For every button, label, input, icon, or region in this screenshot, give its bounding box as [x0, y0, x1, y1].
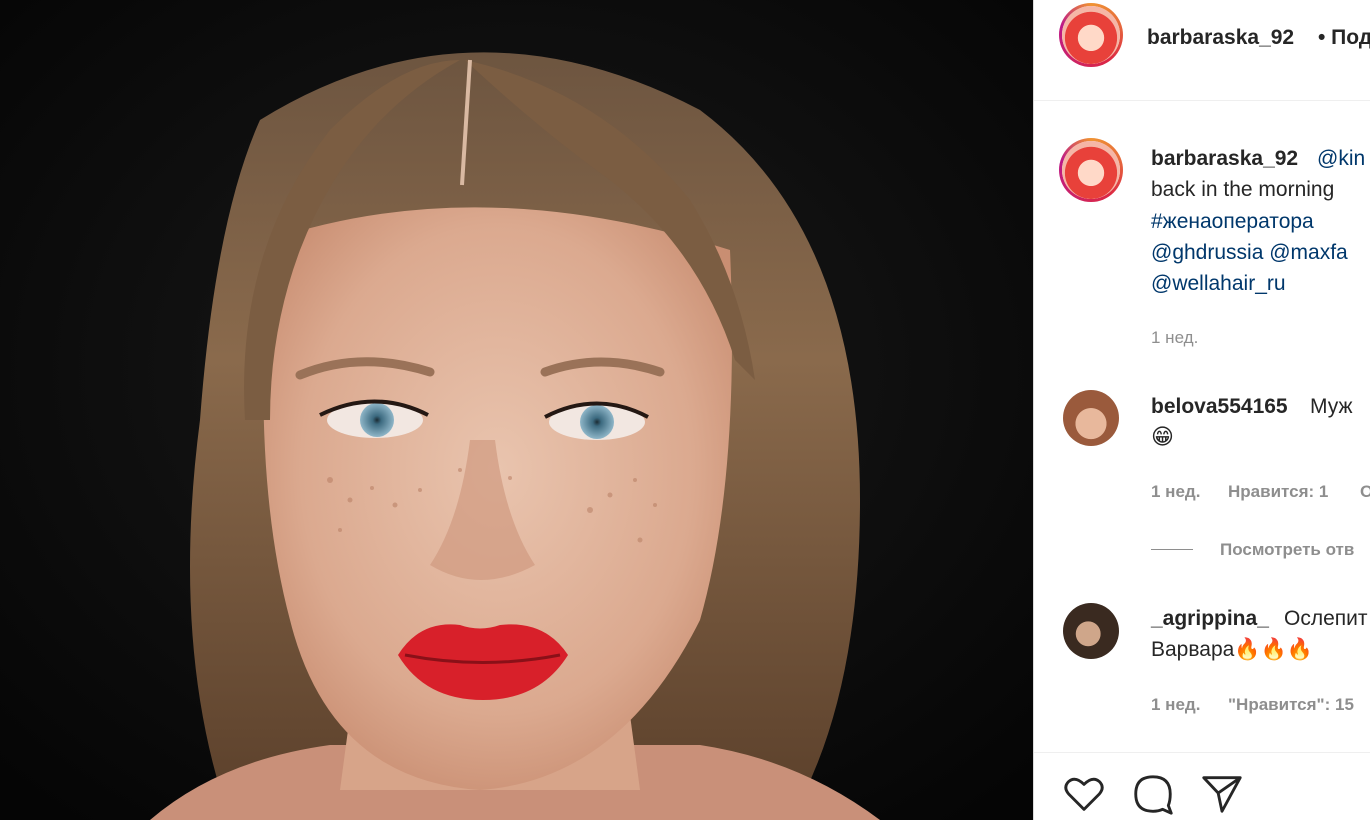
heart-icon[interactable]: [1061, 771, 1107, 817]
comment-reply[interactable]: О: [1360, 482, 1370, 502]
caption-avatar[interactable]: [1059, 138, 1123, 202]
comment-time[interactable]: 1 нед.: [1151, 695, 1200, 715]
post-header: barbaraska_92 • Под: [1034, 0, 1370, 101]
comment-icon[interactable]: [1130, 771, 1176, 817]
comment-username[interactable]: _agrippina_: [1151, 607, 1269, 631]
replies-divider: [1151, 549, 1193, 550]
comment-avatar[interactable]: [1063, 603, 1119, 659]
caption-mention[interactable]: @kin: [1317, 147, 1365, 171]
caption-username[interactable]: barbaraska_92: [1151, 147, 1298, 171]
comment-time[interactable]: 1 нед.: [1151, 482, 1200, 502]
comment-text: Муж: [1310, 395, 1353, 418]
comment-avatar[interactable]: [1063, 390, 1119, 446]
view-replies-button[interactable]: Посмотреть отв: [1220, 540, 1354, 560]
action-bar: [1034, 752, 1370, 820]
caption-mention-wella[interactable]: @wellahair_ru: [1151, 272, 1286, 296]
portrait-image: [0, 0, 1033, 820]
comment-username[interactable]: belova554165: [1151, 395, 1288, 419]
author-avatar[interactable]: [1059, 3, 1123, 67]
post-photo[interactable]: [0, 0, 1033, 820]
caption-hashtag[interactable]: #женаоператора: [1151, 210, 1314, 234]
author-username[interactable]: barbaraska_92: [1147, 26, 1294, 50]
comment-text-line2: Варвара🔥🔥🔥: [1151, 638, 1313, 661]
comment-likes[interactable]: Нравится: 1: [1228, 482, 1328, 502]
comment-likes[interactable]: "Нравится": 15: [1228, 695, 1354, 715]
caption-time[interactable]: 1 нед.: [1151, 328, 1198, 348]
follow-button[interactable]: • Под: [1318, 26, 1370, 50]
caption-text: back in the morning: [1151, 178, 1335, 201]
comment-emoji: 😁: [1151, 424, 1174, 449]
post-side-panel: barbaraska_92 • Под barbaraska_92 @kin b…: [1033, 0, 1370, 820]
comment-text: Ослепит: [1284, 607, 1368, 630]
caption-mentions[interactable]: @ghdrussia @maxfa: [1151, 241, 1348, 265]
share-icon[interactable]: [1199, 771, 1245, 817]
